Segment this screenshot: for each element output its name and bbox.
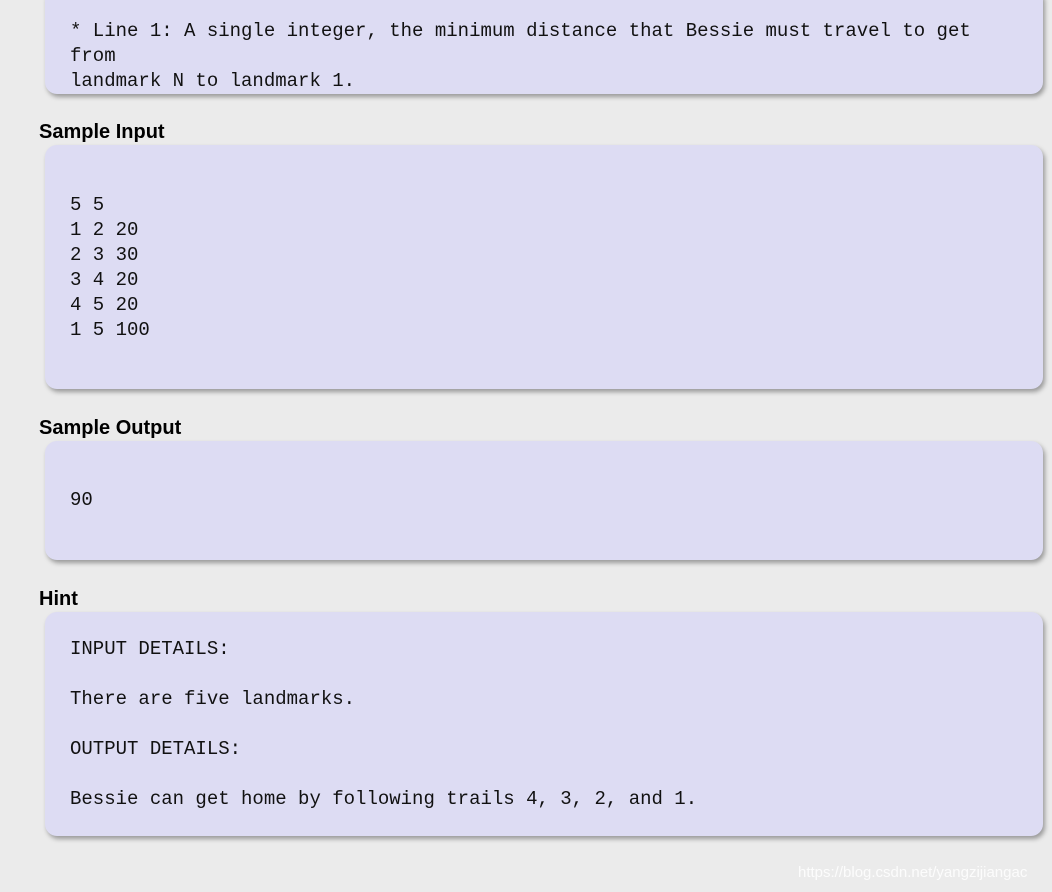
output-description-box: * Line 1: A single integer, the minimum …: [45, 0, 1043, 94]
sample-output-box: 90: [45, 441, 1043, 560]
watermark: https://blog.csdn.net/yangzijiangac: [798, 864, 1028, 881]
sample-input-box: 5 5 1 2 20 2 3 30 3 4 20 4 5 20 1 5 100: [45, 145, 1043, 389]
hint-box: INPUT DETAILS: There are five landmarks.…: [45, 612, 1043, 836]
sample-input-heading: Sample Input: [39, 121, 165, 143]
hint-text: INPUT DETAILS: There are five landmarks.…: [70, 638, 698, 810]
hint-heading: Hint: [39, 588, 78, 610]
sample-output-heading: Sample Output: [39, 417, 182, 439]
sample-input-text: 5 5 1 2 20 2 3 30 3 4 20 4 5 20 1 5 100: [70, 194, 150, 341]
output-description-text: * Line 1: A single integer, the minimum …: [70, 20, 971, 92]
sample-output-text: 90: [70, 489, 93, 511]
